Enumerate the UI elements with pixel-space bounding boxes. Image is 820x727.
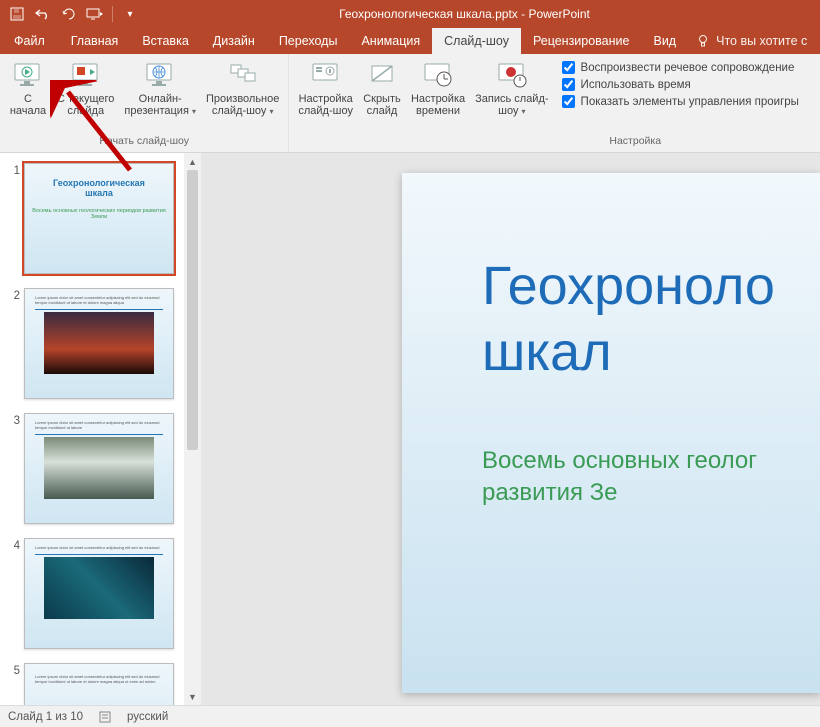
qat-separator <box>112 6 113 22</box>
lightbulb-icon <box>696 34 710 48</box>
tab-insert[interactable]: Вставка <box>130 28 200 54</box>
thumb-number: 1 <box>6 163 20 274</box>
tab-view[interactable]: Вид <box>641 28 688 54</box>
setup-checks: Воспроизвести речевое сопровождение Испо… <box>554 57 805 108</box>
thumb-number: 5 <box>6 663 20 705</box>
ribbon-tabs: Файл Главная Вставка Дизайн Переходы Ани… <box>0 28 820 54</box>
work-area: 1 Геохронологическая шкала Восемь основн… <box>0 153 820 705</box>
tab-home[interactable]: Главная <box>59 28 131 54</box>
thumbnail-scrollbar[interactable]: ▲ ▼ <box>184 153 201 705</box>
customize-qat-icon[interactable]: ▾ <box>121 5 139 23</box>
ribbon: Сначала С текущегослайда Онлайн-презента… <box>0 54 820 153</box>
thumbnail-pane[interactable]: 1 Геохронологическая шкала Восемь основн… <box>0 153 202 705</box>
scroll-up-icon[interactable]: ▲ <box>184 153 201 170</box>
check-narrations[interactable]: Воспроизвести речевое сопровождение <box>562 61 799 74</box>
tab-design[interactable]: Дизайн <box>201 28 267 54</box>
from-current-button[interactable]: С текущегослайда <box>52 57 119 119</box>
check-timings[interactable]: Использовать время <box>562 78 799 91</box>
custom-slideshow-icon <box>227 59 259 91</box>
slide-subtitle[interactable]: Восемь основных геологразвития Зе <box>482 445 820 509</box>
title-bar: ▾ Геохронологическая шкала.pptx - PowerP… <box>0 0 820 28</box>
undo-icon[interactable] <box>34 5 52 23</box>
check-media-controls[interactable]: Показать элементы управления проигры <box>562 95 799 108</box>
spellcheck-icon[interactable] <box>97 709 113 725</box>
rehearse-timings-icon <box>422 59 454 91</box>
check-media-controls-box[interactable] <box>562 95 575 108</box>
slide-title[interactable]: Геохронолошкал <box>482 253 820 385</box>
thumb-number: 4 <box>6 538 20 649</box>
slide-editor[interactable]: Геохронолошкал Восемь основных геолограз… <box>202 153 820 705</box>
start-from-beginning-icon[interactable] <box>86 5 104 23</box>
present-online-button[interactable]: Онлайн-презентация ▾ <box>119 57 201 120</box>
group-label-start: Начать слайд-шоу <box>0 135 288 152</box>
rehearse-timings-button[interactable]: Настройкавремени <box>406 57 470 119</box>
check-timings-box[interactable] <box>562 78 575 91</box>
setup-slideshow-button[interactable]: Настройкаслайд-шоу <box>293 57 358 119</box>
group-setup: Настройкаслайд-шоу Скрытьслайд Настройка… <box>289 54 820 152</box>
quick-access-toolbar: ▾ <box>0 5 139 23</box>
thumbnail-2[interactable]: 2 Lorem ipsum dolor sit amet consectetur… <box>6 288 195 399</box>
status-bar: Слайд 1 из 10 русский <box>0 705 820 727</box>
thumb-number: 3 <box>6 413 20 524</box>
window-title: Геохронологическая шкала.pptx - PowerPoi… <box>139 7 820 21</box>
redo-icon[interactable] <box>60 5 78 23</box>
status-language[interactable]: русский <box>127 711 168 723</box>
hide-slide-button[interactable]: Скрытьслайд <box>358 57 406 119</box>
record-slideshow-button[interactable]: Запись слайд-шоу ▾ <box>470 57 553 120</box>
record-slideshow-icon <box>496 59 528 91</box>
group-start-slideshow: Сначала С текущегослайда Онлайн-презента… <box>0 54 289 152</box>
tab-file[interactable]: Файл <box>0 28 59 54</box>
hide-slide-icon <box>366 59 398 91</box>
from-current-icon <box>70 59 102 91</box>
from-beginning-icon <box>12 59 44 91</box>
check-narrations-box[interactable] <box>562 61 575 74</box>
custom-slideshow-button[interactable]: Произвольноеслайд-шоу ▾ <box>201 57 284 120</box>
scroll-handle[interactable] <box>187 170 198 450</box>
save-icon[interactable] <box>8 5 26 23</box>
tell-me-label: Что вы хотите с <box>716 34 807 48</box>
tab-transitions[interactable]: Переходы <box>267 28 350 54</box>
group-label-setup: Настройка <box>289 135 820 152</box>
from-beginning-button[interactable]: Сначала <box>4 57 52 119</box>
thumb-number: 2 <box>6 288 20 399</box>
tell-me[interactable]: Что вы хотите с <box>688 28 815 54</box>
thumbnail-4[interactable]: 4 Lorem ipsum dolor sit amet consectetur… <box>6 538 195 649</box>
status-slide-position[interactable]: Слайд 1 из 10 <box>8 711 83 723</box>
tab-animations[interactable]: Анимация <box>349 28 432 54</box>
setup-slideshow-icon <box>310 59 342 91</box>
tab-review[interactable]: Рецензирование <box>521 28 642 54</box>
thumbnail-1[interactable]: 1 Геохронологическая шкала Восемь основн… <box>6 163 195 274</box>
thumbnail-5[interactable]: 5 Lorem ipsum dolor sit amet consectetur… <box>6 663 195 705</box>
present-online-icon <box>144 59 176 91</box>
slide-canvas[interactable]: Геохронолошкал Восемь основных геолограз… <box>402 173 820 693</box>
thumbnail-3[interactable]: 3 Lorem ipsum dolor sit amet consectetur… <box>6 413 195 524</box>
tab-slideshow[interactable]: Слайд-шоу <box>432 28 521 54</box>
scroll-down-icon[interactable]: ▼ <box>184 688 201 705</box>
